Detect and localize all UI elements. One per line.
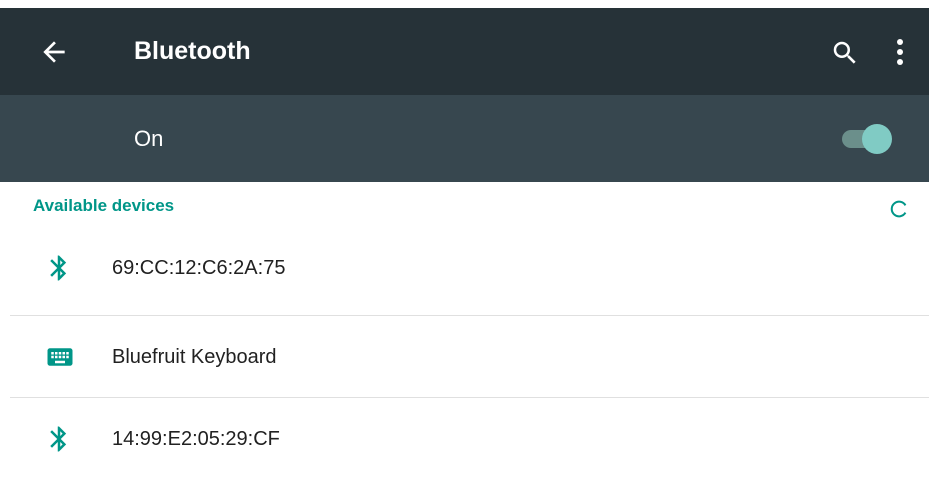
search-icon[interactable] [830,38,860,68]
bluetooth-switch-bar[interactable]: On [0,95,929,182]
device-name: 69:CC:12:C6:2A:75 [112,257,286,279]
more-vert-icon[interactable] [888,36,912,68]
page-title: Bluetooth [134,37,251,65]
switch-label: On [134,126,164,151]
section-title: Available devices [33,196,175,215]
device-name: 14:99:E2:05:29:CF [112,428,280,450]
app-bar: Bluetooth [0,8,929,95]
refresh-spinner-icon [890,200,907,218]
device-name: Bluefruit Keyboard [112,346,277,368]
toggle-thumb [862,124,892,154]
bluetooth-icon [44,234,80,316]
bluetooth-icon [44,398,80,480]
bluetooth-toggle[interactable] [842,123,896,155]
keyboard-icon [44,316,80,398]
top-spacer [0,0,929,8]
list-item[interactable]: 69:CC:12:C6:2A:75 [0,234,929,316]
arrow-back-icon[interactable] [38,36,70,68]
list-item[interactable]: Bluefruit Keyboard [0,316,929,398]
list-item[interactable]: 14:99:E2:05:29:CF [0,398,929,480]
available-devices-header: Available devices [0,182,929,234]
